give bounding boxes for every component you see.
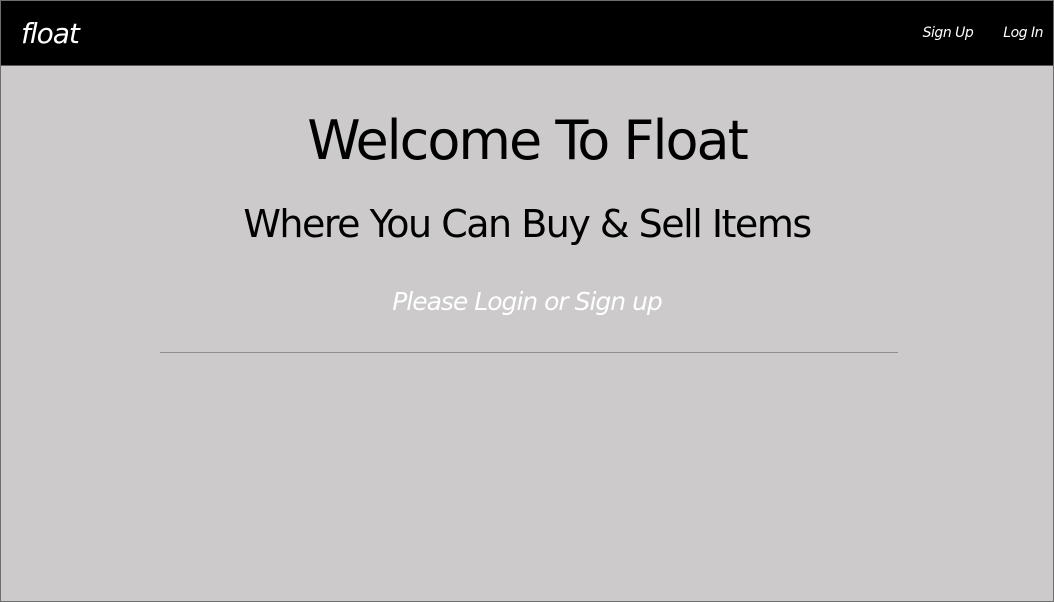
- page-subtitle: Where You Can Buy & Sell Items: [243, 202, 812, 246]
- divider: [160, 352, 898, 353]
- log-in-link[interactable]: Log In: [1003, 23, 1043, 43]
- nav-links: Sign Up Log In: [923, 23, 1044, 43]
- login-prompt: Please Login or Sign up: [392, 287, 663, 316]
- page-title: Welcome To Float: [307, 109, 749, 172]
- brand-logo-link[interactable]: float: [21, 14, 80, 54]
- navbar: float Sign Up Log In: [1, 1, 1053, 66]
- sign-up-link[interactable]: Sign Up: [923, 23, 974, 43]
- app-window: float Sign Up Log In Welcome To Float Wh…: [0, 0, 1054, 602]
